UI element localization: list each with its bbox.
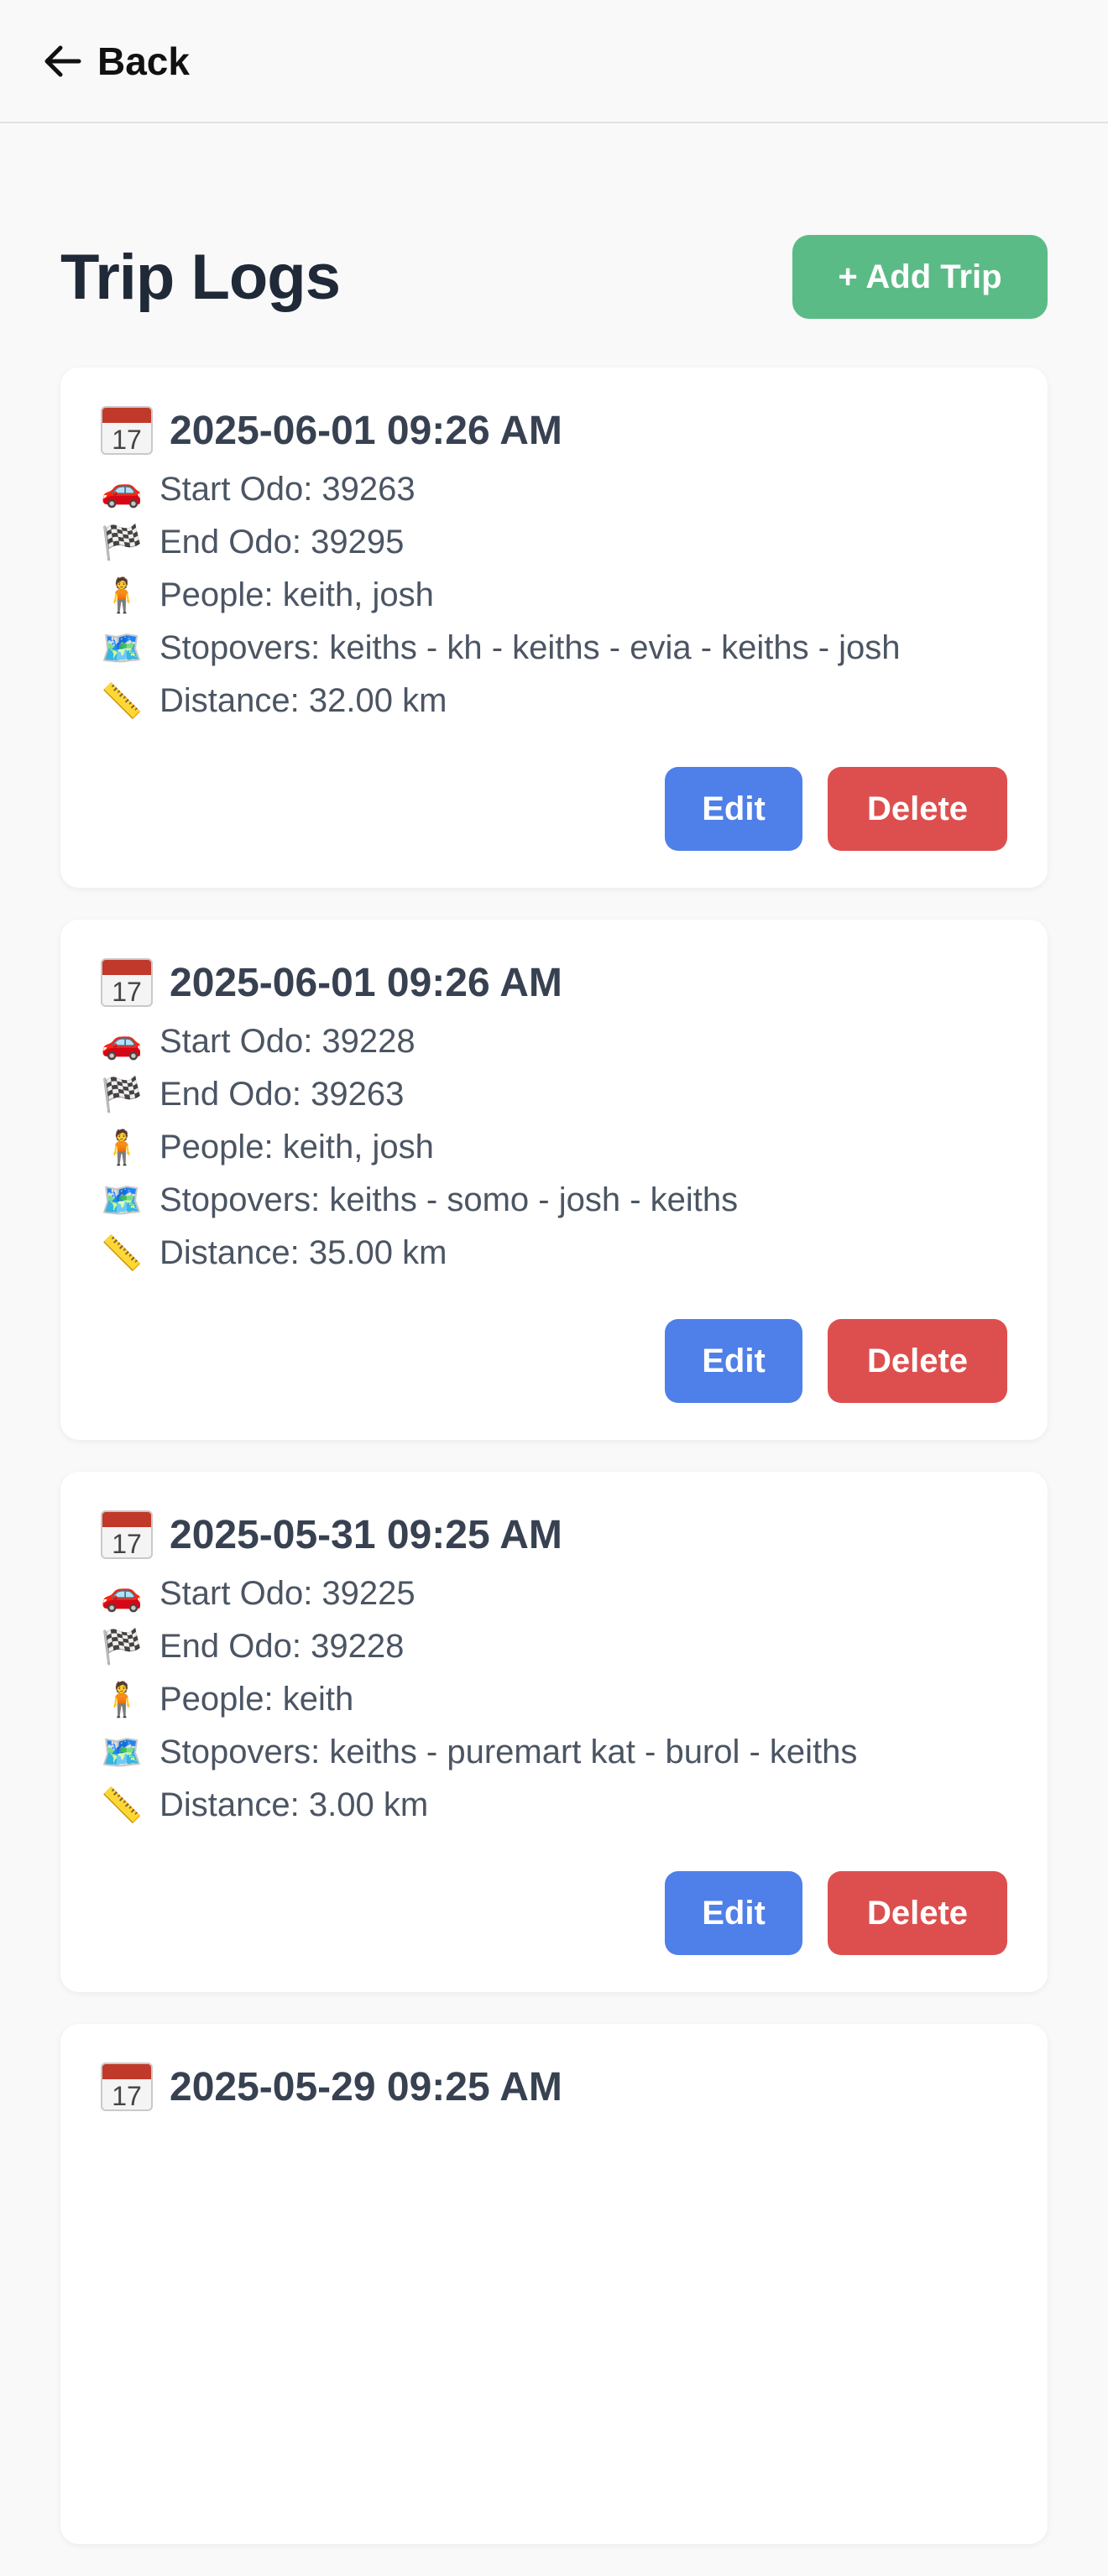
trip-date-row: 17 2025-05-29 09:25 AM xyxy=(101,2061,1007,2113)
add-trip-button[interactable]: + Add Trip xyxy=(792,235,1048,319)
trip-date-row: 17 2025-06-01 09:26 AM xyxy=(101,404,1007,456)
calendar-icon: 17 xyxy=(101,1510,153,1559)
trip-date: 2025-06-01 09:26 AM xyxy=(170,408,562,453)
edit-button[interactable]: Edit xyxy=(665,1871,802,1955)
end-odo-row: 🏁 End Odo: 39263 xyxy=(101,1068,1007,1121)
page-header: Trip Logs + Add Trip xyxy=(60,235,1048,319)
trip-date: 2025-06-01 09:26 AM xyxy=(170,960,562,1005)
trip-card: 17 2025-06-01 09:26 AM 🚗 Start Odo: 3922… xyxy=(60,920,1048,1440)
start-odo: Start Odo: 39228 xyxy=(159,1023,416,1060)
edit-button[interactable]: Edit xyxy=(665,1319,802,1403)
trip-date: 2025-05-31 09:25 AM xyxy=(170,1512,562,1557)
car-icon: 🚗 xyxy=(101,471,143,508)
calendar-icon: 17 xyxy=(101,406,153,455)
delete-button[interactable]: Delete xyxy=(828,1319,1007,1403)
back-label: Back xyxy=(97,39,190,83)
start-odo-row: 🚗 Start Odo: 39263 xyxy=(101,463,1007,516)
person-icon: 🧍 xyxy=(101,1681,143,1718)
top-nav-bar: Back xyxy=(0,0,1108,123)
start-odo: Start Odo: 39263 xyxy=(159,471,416,508)
map-icon: 🗺️ xyxy=(101,1734,143,1771)
end-odo: End Odo: 39263 xyxy=(159,1076,405,1113)
end-odo-row: 🏁 End Odo: 39295 xyxy=(101,516,1007,569)
checkered-flag-icon: 🏁 xyxy=(101,1076,143,1113)
trip-date-row: 17 2025-06-01 09:26 AM xyxy=(101,957,1007,1009)
trip-card: 17 2025-05-31 09:25 AM 🚗 Start Odo: 3922… xyxy=(60,1472,1048,1992)
calendar-icon: 17 xyxy=(101,2062,153,2111)
person-icon: 🧍 xyxy=(101,1129,143,1166)
distance-row: 📏 Distance: 35.00 km xyxy=(101,1227,1007,1280)
trip-list: 17 2025-06-01 09:26 AM 🚗 Start Odo: 3926… xyxy=(60,368,1048,2576)
people: People: keith, josh xyxy=(159,576,434,613)
calendar-icon: 17 xyxy=(101,958,153,1007)
trip-card: 17 2025-06-01 09:26 AM 🚗 Start Odo: 3926… xyxy=(60,368,1048,888)
stopovers: Stopovers: keiths - somo - josh - keiths xyxy=(159,1181,739,1218)
end-odo: End Odo: 39295 xyxy=(159,524,405,561)
page-title: Trip Logs xyxy=(60,241,341,313)
checkered-flag-icon: 🏁 xyxy=(101,524,143,561)
people: People: keith xyxy=(159,1681,354,1718)
stopovers-row: 🗺️ Stopovers: keiths - kh - keiths - evi… xyxy=(101,622,1007,675)
start-odo-row: 🚗 Start Odo: 39225 xyxy=(101,1567,1007,1620)
people-row: 🧍 People: keith, josh xyxy=(101,1121,1007,1174)
delete-button[interactable]: Delete xyxy=(828,767,1007,851)
distance-row: 📏 Distance: 3.00 km xyxy=(101,1779,1007,1832)
ruler-icon: 📏 xyxy=(101,1786,143,1824)
map-icon: 🗺️ xyxy=(101,1181,143,1219)
end-odo: End Odo: 39228 xyxy=(159,1628,405,1665)
stopovers: Stopovers: keiths - puremart kat - burol… xyxy=(159,1734,858,1770)
trip-date-row: 17 2025-05-31 09:25 AM xyxy=(101,1509,1007,1561)
end-odo-row: 🏁 End Odo: 39228 xyxy=(101,1620,1007,1673)
back-button[interactable]: Back xyxy=(42,39,190,84)
stopovers: Stopovers: keiths - kh - keiths - evia -… xyxy=(159,629,901,666)
ruler-icon: 📏 xyxy=(101,1234,143,1272)
checkered-flag-icon: 🏁 xyxy=(101,1628,143,1666)
start-odo: Start Odo: 39225 xyxy=(159,1575,416,1612)
distance: Distance: 3.00 km xyxy=(159,1786,429,1823)
car-icon: 🚗 xyxy=(101,1575,143,1613)
distance: Distance: 32.00 km xyxy=(159,682,447,719)
people: People: keith, josh xyxy=(159,1129,434,1165)
map-icon: 🗺️ xyxy=(101,629,143,667)
distance: Distance: 35.00 km xyxy=(159,1234,447,1271)
trip-date: 2025-05-29 09:25 AM xyxy=(170,2064,562,2109)
start-odo-row: 🚗 Start Odo: 39228 xyxy=(101,1015,1007,1068)
ruler-icon: 📏 xyxy=(101,682,143,720)
car-icon: 🚗 xyxy=(101,1023,143,1061)
trip-actions: Edit Delete xyxy=(665,1871,1007,1955)
people-row: 🧍 People: keith, josh xyxy=(101,569,1007,622)
stopovers-row: 🗺️ Stopovers: keiths - somo - josh - kei… xyxy=(101,1174,1007,1227)
trip-actions: Edit Delete xyxy=(665,767,1007,851)
arrow-left-icon xyxy=(44,45,81,76)
person-icon: 🧍 xyxy=(101,576,143,614)
edit-button[interactable]: Edit xyxy=(665,767,802,851)
trip-card: 17 2025-05-29 09:25 AM xyxy=(60,2024,1048,2544)
stopovers-row: 🗺️ Stopovers: keiths - puremart kat - bu… xyxy=(101,1726,1007,1779)
people-row: 🧍 People: keith xyxy=(101,1673,1007,1726)
trip-actions: Edit Delete xyxy=(665,1319,1007,1403)
delete-button[interactable]: Delete xyxy=(828,1871,1007,1955)
distance-row: 📏 Distance: 32.00 km xyxy=(101,675,1007,727)
